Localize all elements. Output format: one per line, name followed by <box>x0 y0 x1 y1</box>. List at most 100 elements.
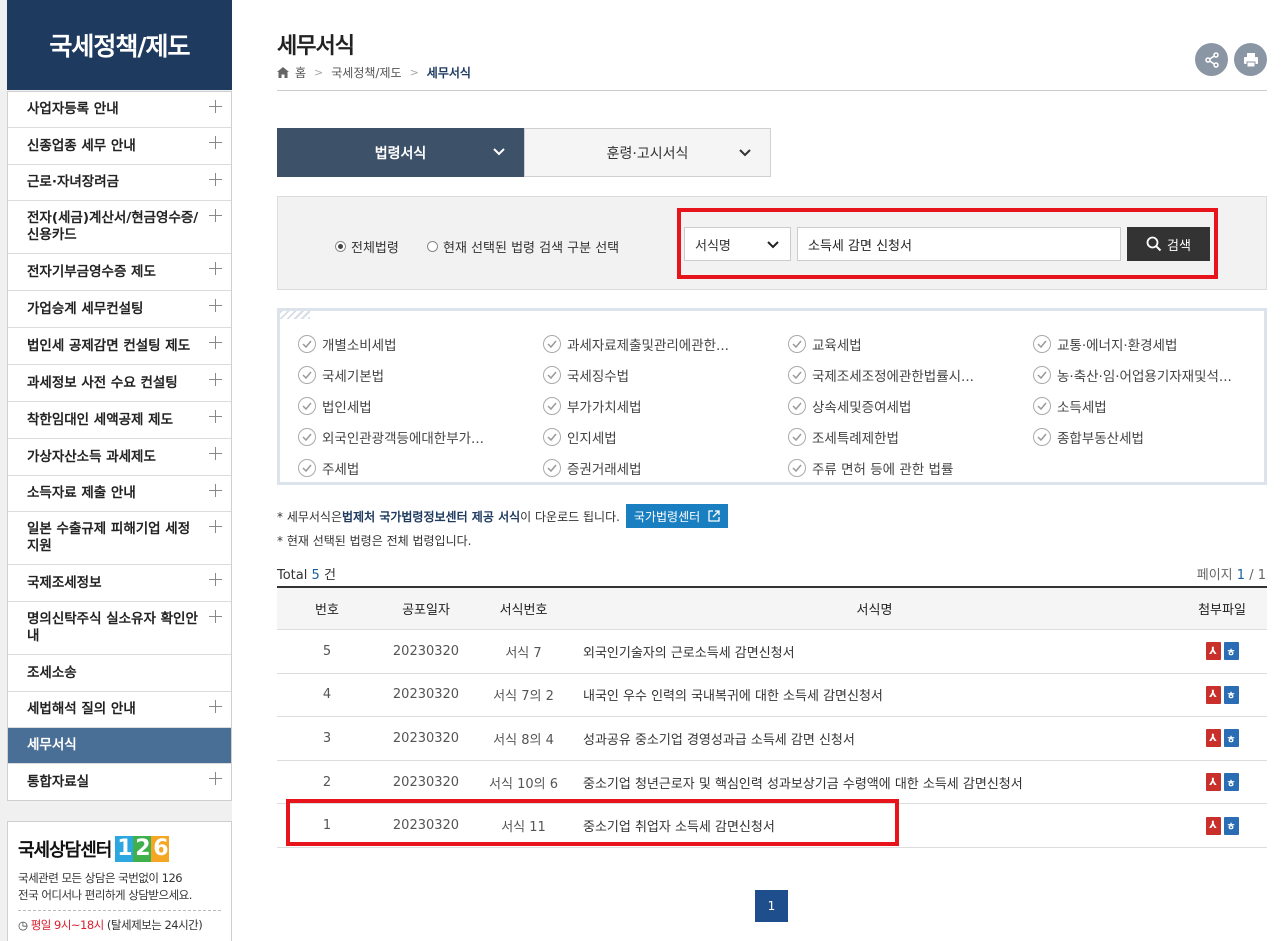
law-filter-item[interactable]: 법인세법 <box>298 390 543 421</box>
breadcrumb-policy[interactable]: 국세정책/제도 <box>331 64 401 81</box>
sidebar-item-label: 가업승계 세무컨설팅 <box>27 300 144 317</box>
sidebar-item[interactable]: 조세소송 <box>8 655 231 692</box>
plus-icon[interactable] <box>209 136 222 149</box>
breadcrumb-home[interactable]: 홈 <box>295 64 306 81</box>
plus-icon[interactable] <box>209 447 222 460</box>
row-form-name[interactable]: 중소기업 취업자 소득세 감면신청서 <box>572 816 1177 835</box>
plus-icon[interactable] <box>209 209 222 222</box>
law-filter-item[interactable]: 소득세법 <box>1033 390 1258 421</box>
plus-icon[interactable] <box>209 610 222 623</box>
pdf-file-icon[interactable]: ⅄ <box>1205 729 1221 748</box>
sidebar-item[interactable]: 법인세 공제감면 컨설팅 제도 <box>8 328 231 365</box>
law-filter-item[interactable]: 과세자료제출및관리에관한... <box>543 328 788 359</box>
plus-icon[interactable] <box>209 573 222 586</box>
row-form-name[interactable]: 내국인 우수 인력의 국내복귀에 대한 소득세 감면신청서 <box>572 685 1177 704</box>
hwp-file-icon[interactable]: ㅎ <box>1223 816 1239 835</box>
search-input[interactable]: 소득세 감면 신청서 <box>797 227 1121 261</box>
sidebar-item[interactable]: 전자기부금영수증 제도 <box>8 254 231 291</box>
page-button-current[interactable]: 1 <box>755 890 788 922</box>
plus-icon[interactable] <box>209 173 222 186</box>
law-filter-label: 주세법 <box>322 461 360 478</box>
table-row: 3 20230320 서식 8의 4 성과공유 중소기업 경영성과급 소득세 감면 신… <box>277 717 1267 761</box>
law-filter-label: 교통·에너지·환경세법 <box>1057 337 1178 354</box>
print-button[interactable] <box>1234 43 1267 76</box>
pdf-file-icon[interactable]: ⅄ <box>1205 816 1221 835</box>
hwp-file-icon[interactable]: ㅎ <box>1223 685 1239 704</box>
law-filter-item[interactable]: 상속세및증여세법 <box>788 390 1033 421</box>
law-filter-item[interactable]: 외국인관광객등에대한부가... <box>298 421 543 452</box>
sidebar-item[interactable]: 근로·자녀장려금 <box>8 165 231 201</box>
row-form-name[interactable]: 중소기업 청년근로자 및 핵심인력 성과보상기금 수령액에 대한 소득세 감면신… <box>572 773 1177 792</box>
call-center-description: 국세관련 모든 상담은 국번없이 126 전국 어디서나 편리하게 상담받으세요… <box>18 870 221 904</box>
law-filter-item[interactable]: 조세특례제한법 <box>788 421 1033 452</box>
plus-icon[interactable] <box>209 100 222 113</box>
sidebar-item[interactable]: 과세정보 사전 수요 컨설팅 <box>8 365 231 402</box>
sidebar-item[interactable]: 가상자산소득 과세제도 <box>8 439 231 476</box>
pdf-file-icon[interactable]: ⅄ <box>1205 642 1221 661</box>
row-form-name[interactable]: 성과공유 중소기업 경영성과급 소득세 감면 신청서 <box>572 729 1177 748</box>
page-current: 1 <box>1236 568 1246 583</box>
law-filter-item[interactable]: 국세징수법 <box>543 359 788 390</box>
sidebar-item[interactable]: 세법해석 질의 안내 <box>8 692 231 728</box>
sidebar-item[interactable]: 국제조세정보 <box>8 565 231 602</box>
plus-icon[interactable] <box>209 373 222 386</box>
hwp-file-icon[interactable]: ㅎ <box>1223 642 1239 661</box>
law-filter-label: 국세징수법 <box>567 368 630 385</box>
table-header: 번호 공포일자 서식번호 서식명 첨부파일 <box>277 588 1267 630</box>
total-label: Total <box>277 568 308 583</box>
law-filter-label: 종합부동산세법 <box>1057 430 1144 447</box>
law-filter-label: 개별소비세법 <box>322 337 397 354</box>
radio-all-laws[interactable]: 전체법령 <box>335 237 399 256</box>
sidebar-item[interactable]: 소득자료 제출 안내 <box>8 476 231 512</box>
hwp-file-icon[interactable]: ㅎ <box>1223 773 1239 792</box>
sidebar-item[interactable]: 전자(세금)계산서/현금영수증/신용카드 <box>8 201 231 254</box>
sidebar-item-label: 법인세 공제감면 컨설팅 제도 <box>27 337 191 354</box>
radio-selected-laws[interactable]: 현재 선택된 법령 검색 구분 선택 <box>427 237 619 256</box>
law-filter-item[interactable]: 부가가치세법 <box>543 390 788 421</box>
sidebar-item[interactable]: 명의신탁주식 실소유자 확인안내 <box>8 602 231 655</box>
plus-icon[interactable] <box>209 262 222 275</box>
law-filter-item[interactable]: 주세법 <box>298 452 543 483</box>
law-center-button[interactable]: 국가법령센터 <box>625 504 729 528</box>
law-filter-item[interactable]: 농·축산·임·어업용기자재및석... <box>1033 359 1258 390</box>
sidebar: 국세정책/제도 사업자등록 안내 신종업종 세무 안내 근로·자녀장려금 전자(세금)… <box>0 0 232 941</box>
plus-icon[interactable] <box>209 299 222 312</box>
plus-icon[interactable] <box>209 772 222 785</box>
tab-law-forms[interactable]: 법령서식 <box>277 128 524 177</box>
law-filter-item[interactable]: 국세기본법 <box>298 359 543 390</box>
home-icon <box>277 67 289 78</box>
search-type-select[interactable]: 서식명 <box>684 227 791 261</box>
sidebar-item[interactable]: 일본 수출규제 피해기업 세정지원 <box>8 512 231 565</box>
tax-call-center-box[interactable]: 국세상담센터 1 2 6 국세관련 모든 상담은 국번없이 126 전국 어디서… <box>7 821 232 941</box>
row-form-name[interactable]: 외국인기술자의 근로소득세 감면신청서 <box>572 642 1177 661</box>
law-filter-item[interactable]: 국제조세조정에관한법률시... <box>788 359 1033 390</box>
breadcrumb: 홈 > 국세정책/제도 > 세무서식 <box>277 64 471 81</box>
share-button[interactable] <box>1195 43 1228 76</box>
check-circle-icon <box>1033 396 1051 415</box>
law-filter-item[interactable]: 주류 면허 등에 관한 법률 <box>788 452 1033 483</box>
hwp-file-icon[interactable]: ㅎ <box>1223 729 1239 748</box>
sidebar-item[interactable]: 세무서식 <box>8 728 231 764</box>
tab-directive-forms[interactable]: 훈령·고시서식 <box>524 128 771 177</box>
law-filter-item[interactable]: 증권거래세법 <box>543 452 788 483</box>
plus-icon[interactable] <box>209 700 222 713</box>
law-filter-item[interactable]: 교통·에너지·환경세법 <box>1033 328 1258 359</box>
plus-icon[interactable] <box>209 410 222 423</box>
sidebar-item[interactable]: 착한임대인 세액공제 제도 <box>8 402 231 439</box>
sidebar-item[interactable]: 신종업종 세무 안내 <box>8 128 231 165</box>
sidebar-item[interactable]: 사업자등록 안내 <box>8 92 231 128</box>
pdf-file-icon[interactable]: ⅄ <box>1205 773 1221 792</box>
law-filter-item[interactable]: 교육세법 <box>788 328 1033 359</box>
law-filter-item[interactable]: 종합부동산세법 <box>1033 421 1258 452</box>
pdf-file-icon[interactable]: ⅄ <box>1205 685 1221 704</box>
sidebar-item[interactable]: 통합자료실 <box>8 764 231 800</box>
sidebar-item[interactable]: 가업승계 세무컨설팅 <box>8 291 231 328</box>
radio-selected-laws-label: 현재 선택된 법령 검색 구분 선택 <box>443 241 620 256</box>
plus-icon[interactable] <box>209 336 222 349</box>
search-button[interactable]: 검색 <box>1127 227 1210 261</box>
header-attachment: 첨부파일 <box>1198 603 1246 618</box>
law-filter-item[interactable]: 개별소비세법 <box>298 328 543 359</box>
law-filter-item[interactable]: 인지세법 <box>543 421 788 452</box>
plus-icon[interactable] <box>209 520 222 533</box>
plus-icon[interactable] <box>209 484 222 497</box>
